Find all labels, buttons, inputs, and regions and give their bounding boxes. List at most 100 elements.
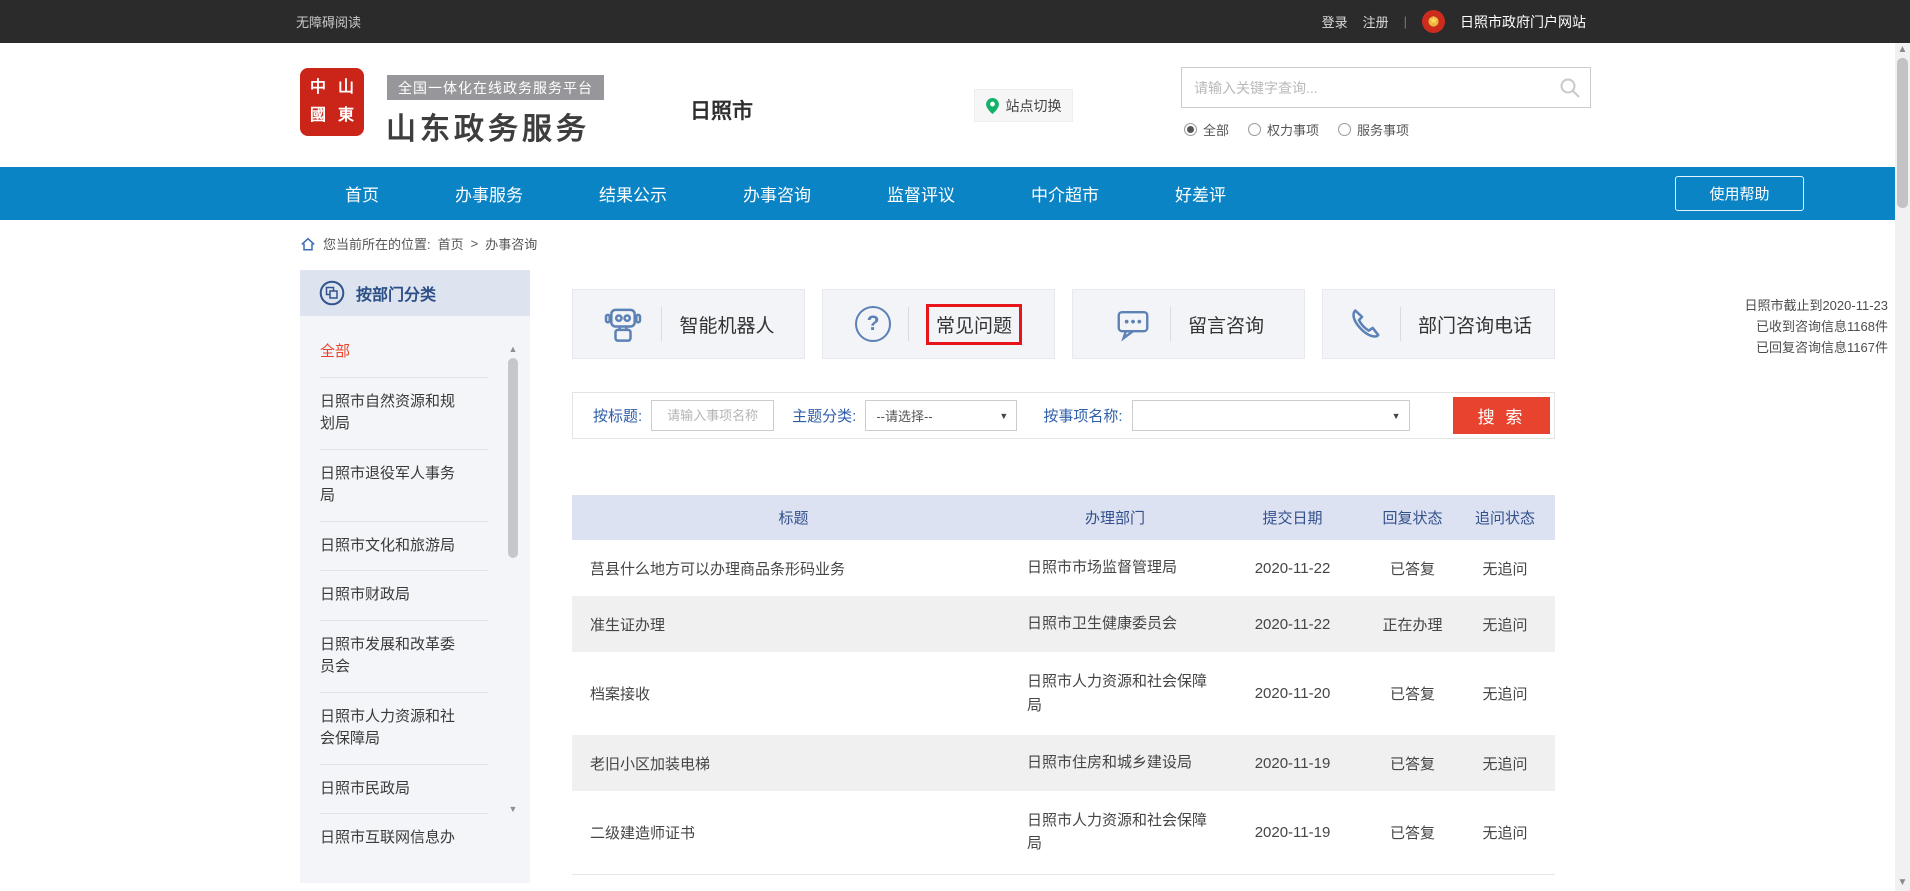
radio-icon[interactable] xyxy=(1338,123,1351,136)
title-filter-input[interactable] xyxy=(651,400,774,431)
row-department: 日照市市场监督管理局 xyxy=(1027,556,1212,579)
filter-bar: 按标题: 主题分类: --请选择-- ▼ 按事项名称: ▼ 搜 索 xyxy=(572,392,1555,439)
breadcrumb-prefix: 您当前所在的位置: xyxy=(323,234,431,253)
portal-site-link[interactable]: 日照市政府门户网站 xyxy=(1460,12,1586,32)
row-title[interactable]: 老旧小区加装电梯 xyxy=(572,735,1015,791)
radio-icon[interactable] xyxy=(1248,123,1261,136)
consultation-table: 标题 办理部门 提交日期 回复状态 追问状态 莒县什么地方可以办理商品条形码业务… xyxy=(572,495,1555,875)
register-link[interactable]: 注册 xyxy=(1363,12,1389,31)
breadcrumb-current[interactable]: 办事咨询 xyxy=(485,234,537,253)
scroll-up-icon[interactable]: ▲ xyxy=(1895,43,1910,57)
tab-message-consult[interactable]: 留言咨询 xyxy=(1072,289,1305,359)
tab-label-highlighted: 常见问题 xyxy=(926,304,1022,345)
table-row[interactable]: 莒县什么地方可以办理商品条形码业务 日照市市场监督管理局 2020-11-22 … xyxy=(572,540,1555,596)
tab-smart-robot[interactable]: 智能机器人 xyxy=(572,289,805,359)
location-pin-icon xyxy=(986,98,999,114)
row-reply-status: 已答复 xyxy=(1370,735,1455,791)
search-scope-radios: 全部 权力事项 服务事项 xyxy=(1184,120,1409,139)
radio-selected-icon[interactable] xyxy=(1184,123,1197,136)
table-row[interactable]: 准生证办理 日照市卫生健康委员会 2020-11-22 正在办理 无追问 xyxy=(572,596,1555,652)
tab-label: 留言咨询 xyxy=(1188,311,1264,338)
sidebar-item-veterans-affairs[interactable]: 日照市退役军人事务局 xyxy=(320,450,488,522)
row-reply-status: 正在办理 xyxy=(1370,596,1455,652)
national-emblem-icon: ★ xyxy=(1422,10,1445,33)
table-row[interactable]: 老旧小区加装电梯 日照市住房和城乡建设局 2020-11-19 已答复 无追问 xyxy=(572,735,1555,791)
main-nav-bar: 首页 办事服务 结果公示 办事咨询 监督评议 中介超市 好差评 使用帮助 xyxy=(0,167,1910,220)
title-filter-label: 按标题: xyxy=(593,405,642,426)
sidebar-scrollbar-thumb[interactable] xyxy=(508,358,518,558)
nav-item-consult[interactable]: 办事咨询 xyxy=(743,181,811,206)
table-row[interactable]: 二级建造师证书 日照市人力资源和社会保障局 2020-11-19 已答复 无追问 xyxy=(572,791,1555,874)
col-follow-status: 追问状态 xyxy=(1455,495,1555,540)
item-name-select[interactable]: ▼ xyxy=(1132,400,1410,431)
search-icon[interactable] xyxy=(1558,76,1582,100)
sidebar-item-civil-affairs[interactable]: 日照市民政局 xyxy=(320,765,488,815)
nav-item-results[interactable]: 结果公示 xyxy=(599,181,667,206)
city-name: 日照市 xyxy=(690,95,753,125)
search-button[interactable]: 搜 索 xyxy=(1453,397,1550,434)
nav-item-home[interactable]: 首页 xyxy=(345,181,379,206)
row-title[interactable]: 准生证办理 xyxy=(572,596,1015,652)
sidebar-item-human-resources[interactable]: 日照市人力资源和社会保障局 xyxy=(320,693,488,765)
department-sidebar: 按部门分类 全部 日照市自然资源和规划局 日照市退役军人事务局 日照市文化和旅游… xyxy=(300,270,530,883)
sidebar-item-development-reform[interactable]: 日照市发展和改革委员会 xyxy=(320,621,488,693)
site-header: 中 山 國 東 全国一体化在线政务服务平台 山东政务服务 日照市 站点切换 全部… xyxy=(0,43,1910,167)
scope-power-items[interactable]: 权力事项 xyxy=(1248,120,1319,139)
sidebar-title: 按部门分类 xyxy=(356,281,436,305)
row-title[interactable]: 莒县什么地方可以办理商品条形码业务 xyxy=(572,540,1015,596)
tab-phone-directory[interactable]: 部门咨询电话 xyxy=(1322,289,1555,359)
topbar-right-group: 登录 注册 | ★ 日照市政府门户网站 xyxy=(1322,0,1586,43)
keyword-search-box xyxy=(1181,67,1591,108)
row-department: 日照市人力资源和社会保障局 xyxy=(1027,809,1212,856)
category-select[interactable]: --请选择-- ▼ xyxy=(865,400,1017,431)
nav-item-supervision[interactable]: 监督评议 xyxy=(887,181,955,206)
scroll-down-icon[interactable]: ▼ xyxy=(1895,876,1910,890)
question-icon: ? xyxy=(855,306,891,342)
sidebar-item-finance[interactable]: 日照市财政局 xyxy=(320,571,488,621)
sidebar-item-natural-resources[interactable]: 日照市自然资源和规划局 xyxy=(320,378,488,450)
accessibility-link[interactable]: 无障碍阅读 xyxy=(296,0,361,43)
scroll-down-icon[interactable]: ▼ xyxy=(507,804,519,814)
tab-faq[interactable]: ? 常见问题 xyxy=(822,289,1055,359)
home-icon xyxy=(300,236,316,252)
stats-deadline: 日照市截止到2020-11-23 xyxy=(1698,295,1888,316)
shandong-seal-logo: 中 山 國 東 xyxy=(300,68,364,136)
stats-received: 已收到咨询信息1168件 xyxy=(1698,316,1888,337)
consult-channel-tabs: 智能机器人 ? 常见问题 留言咨询 部门咨询电话 xyxy=(572,289,1555,359)
sidebar-item-internet-info[interactable]: 日照市互联网信息办 xyxy=(320,814,488,863)
site-switch-button[interactable]: 站点切换 xyxy=(974,89,1073,122)
table-row[interactable]: 档案接收 日照市人力资源和社会保障局 2020-11-20 已答复 无追问 xyxy=(572,652,1555,735)
sidebar-item-all[interactable]: 全部 xyxy=(320,328,488,378)
scope-all[interactable]: 全部 xyxy=(1184,120,1229,139)
col-title: 标题 xyxy=(572,495,1015,540)
breadcrumb-home[interactable]: 首页 xyxy=(438,234,464,253)
row-follow-status: 无追问 xyxy=(1455,735,1555,791)
row-follow-status: 无追问 xyxy=(1455,791,1555,874)
page-scrollbar[interactable]: ▲ ▼ xyxy=(1895,43,1910,891)
row-reply-status: 已答复 xyxy=(1370,652,1455,735)
row-date: 2020-11-22 xyxy=(1215,540,1370,596)
row-department: 日照市卫生健康委员会 xyxy=(1027,612,1212,635)
row-title[interactable]: 二级建造师证书 xyxy=(572,791,1015,874)
sidebar-item-culture-tourism[interactable]: 日照市文化和旅游局 xyxy=(320,522,488,572)
help-button[interactable]: 使用帮助 xyxy=(1675,176,1804,211)
category-icon xyxy=(319,280,345,306)
nav-item-services[interactable]: 办事服务 xyxy=(455,181,523,206)
keyword-search-input[interactable] xyxy=(1182,68,1590,107)
nav-item-rating[interactable]: 好差评 xyxy=(1175,181,1226,206)
row-department: 日照市人力资源和社会保障局 xyxy=(1027,670,1212,717)
login-link[interactable]: 登录 xyxy=(1322,12,1348,31)
nav-item-agency-market[interactable]: 中介超市 xyxy=(1031,181,1099,206)
page-scrollbar-thumb[interactable] xyxy=(1897,58,1908,208)
sidebar-scrollbar[interactable]: ▲ ▼ xyxy=(507,344,519,819)
chevron-down-icon: ▼ xyxy=(1392,411,1401,421)
scope-service-items[interactable]: 服务事项 xyxy=(1338,120,1409,139)
row-title[interactable]: 档案接收 xyxy=(572,652,1015,735)
department-list: 全部 日照市自然资源和规划局 日照市退役军人事务局 日照市文化和旅游局 日照市财… xyxy=(300,316,530,863)
message-icon xyxy=(1113,305,1153,343)
tab-label: 部门咨询电话 xyxy=(1418,311,1532,338)
phone-icon xyxy=(1345,305,1383,343)
row-department: 日照市住房和城乡建设局 xyxy=(1027,751,1212,774)
robot-icon xyxy=(602,304,644,344)
scroll-up-icon[interactable]: ▲ xyxy=(507,344,519,354)
